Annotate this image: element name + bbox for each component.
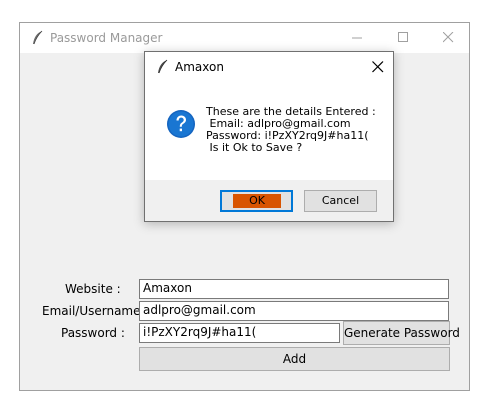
ok-button[interactable]: OK xyxy=(220,190,293,212)
question-icon xyxy=(166,109,196,139)
dialog-close-button[interactable] xyxy=(363,52,393,82)
website-input[interactable]: Amaxon xyxy=(139,279,449,299)
dialog-body: These are the details Entered : Email: a… xyxy=(145,82,393,180)
main-window-title: Password Manager xyxy=(50,31,163,45)
message-line: Is it Ok to Save ? xyxy=(206,141,303,154)
website-label: Website : xyxy=(65,282,121,296)
close-icon xyxy=(372,61,384,73)
email-label: Email/Username : xyxy=(42,304,149,318)
close-button[interactable] xyxy=(425,23,471,53)
email-input[interactable]: adlpro@gmail.com xyxy=(139,301,449,321)
generate-password-button[interactable]: Generate Password xyxy=(343,321,460,345)
feather-icon xyxy=(155,59,169,75)
maximize-button[interactable] xyxy=(380,23,426,53)
minimize-button[interactable] xyxy=(334,23,380,53)
main-title-bar[interactable]: Password Manager xyxy=(20,23,469,53)
maximize-icon xyxy=(398,32,408,42)
password-label: Password : xyxy=(61,326,125,340)
dialog-message: These are the details Entered : Email: a… xyxy=(206,106,376,154)
password-input[interactable]: i!PzXY2rq9J#ha11( xyxy=(139,323,340,343)
dialog-title: Amaxon xyxy=(175,60,224,74)
dialog-title-bar[interactable]: Amaxon xyxy=(145,52,393,82)
minimize-icon xyxy=(352,37,362,39)
ok-button-label: OK xyxy=(233,194,281,208)
cancel-button[interactable]: Cancel xyxy=(304,190,377,212)
dialog-footer: OK Cancel xyxy=(145,180,393,221)
feather-icon xyxy=(30,30,44,46)
add-button[interactable]: Add xyxy=(139,347,450,371)
confirm-dialog: Amaxon These are the details Entered : E… xyxy=(144,51,394,222)
close-icon xyxy=(443,32,454,43)
